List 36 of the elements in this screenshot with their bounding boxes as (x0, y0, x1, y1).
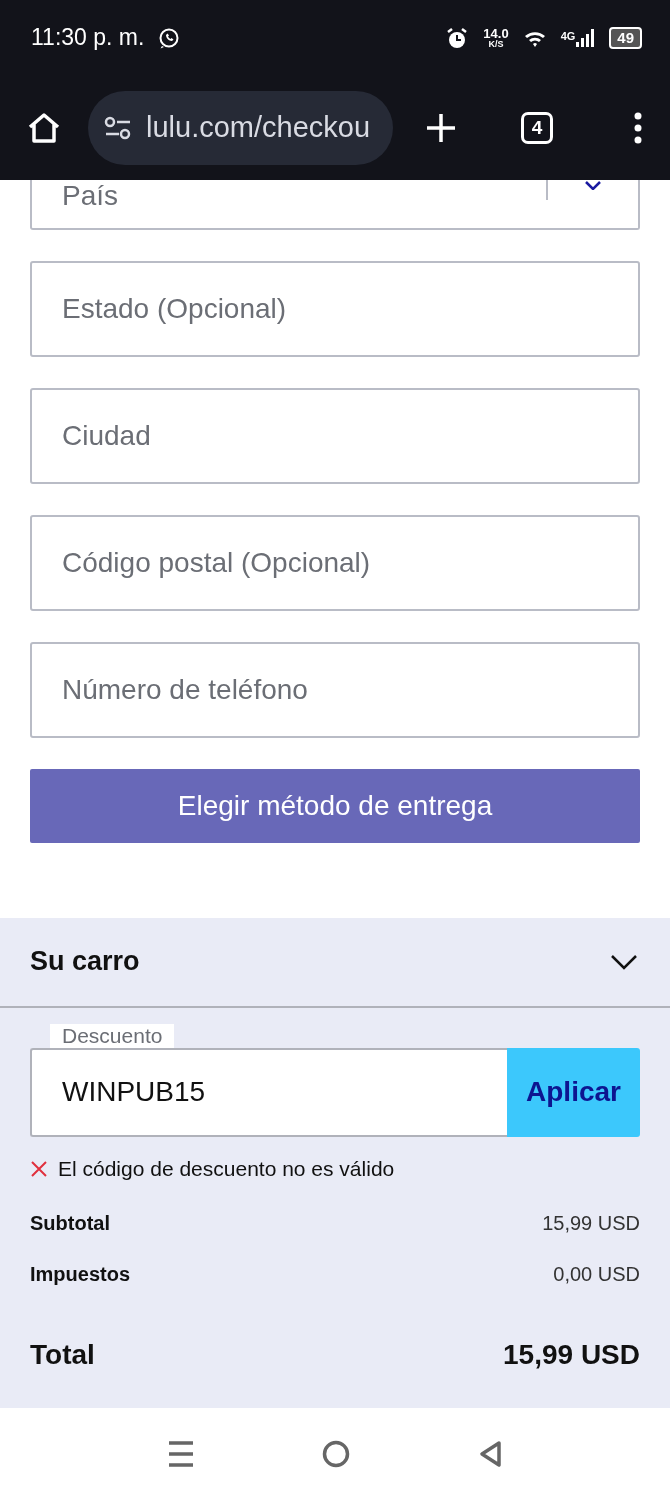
line-label: Impuestos (30, 1262, 131, 1286)
site-settings-icon (104, 114, 132, 141)
country-select[interactable]: País (30, 179, 640, 230)
clock-time: 11:30 p. m. (31, 24, 145, 52)
back-icon[interactable] (478, 1440, 502, 1469)
chevron-down-icon (584, 179, 602, 190)
recent-apps-icon[interactable] (168, 1441, 194, 1468)
url-text: lulu.com/checkou (146, 111, 371, 145)
field-label: Descuento (50, 1023, 175, 1048)
network-type: 4G (560, 29, 576, 42)
network-speed: 14.0 K/S (483, 26, 509, 49)
delivery-method-button[interactable]: Elegir método de entrega (30, 768, 640, 843)
signal-icon (575, 27, 596, 48)
total-label: Total (30, 1338, 95, 1371)
chat-app-icon (158, 26, 181, 49)
input-field[interactable]: Número de teléfono (30, 641, 640, 738)
battery-level: 49 (609, 26, 642, 49)
menu-icon[interactable] (634, 111, 642, 144)
line-amount: 0,00 USD (553, 1262, 640, 1286)
input-field[interactable]: Estado (Opcional) (30, 260, 640, 357)
discount-field[interactable]: WINPUB15 (30, 1047, 507, 1137)
line-label: Subtotal (30, 1211, 110, 1235)
cross-icon (30, 1159, 48, 1178)
apply-button[interactable]: Aplicar (507, 1047, 640, 1137)
home-button-icon[interactable] (322, 1440, 350, 1469)
total-amount: 15,99 USD (503, 1338, 640, 1371)
chevron-down-icon[interactable] (610, 953, 638, 970)
input-field[interactable]: Código postal (Opcional) (30, 514, 640, 611)
home-icon[interactable] (26, 110, 62, 145)
error-message: El código de descuento no es válido (58, 1156, 395, 1181)
line-amount: 15,99 USD (542, 1211, 640, 1235)
plus-icon[interactable] (425, 111, 457, 144)
cart-title: Su carro (30, 946, 140, 978)
address-bar[interactable]: lulu.com/checkou (88, 90, 393, 165)
input-field[interactable]: Ciudad (30, 387, 640, 484)
tab-count[interactable]: 4 (521, 111, 553, 144)
